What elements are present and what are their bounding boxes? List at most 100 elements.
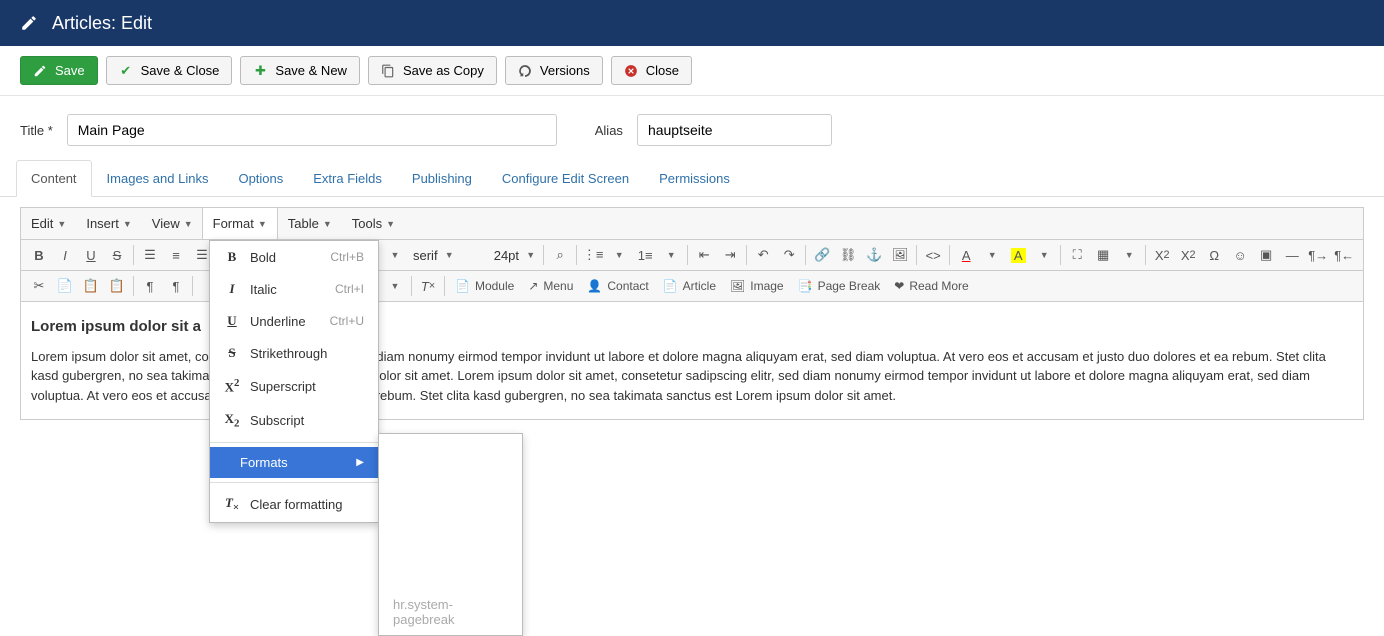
emoji-button[interactable]: ☺ xyxy=(1227,243,1253,267)
find-button[interactable]: ⌕ xyxy=(547,243,573,267)
tab-images-links[interactable]: Images and Links xyxy=(92,160,224,196)
source-button[interactable]: <> xyxy=(920,243,946,267)
format-underline[interactable]: U UnderlineCtrl+U xyxy=(210,305,378,337)
subscript-icon: X2 xyxy=(224,411,240,430)
image-button[interactable]: 🖼 xyxy=(887,243,913,267)
caret-time[interactable]: ▼ xyxy=(382,274,408,298)
table-button[interactable]: ▦ xyxy=(1090,243,1116,267)
strikethrough-button[interactable]: S xyxy=(104,243,130,267)
menu-table[interactable]: Table▼ xyxy=(278,208,342,239)
title-input[interactable] xyxy=(67,114,557,146)
caret-1[interactable]: ▼ xyxy=(382,243,408,267)
show-invisible-button[interactable]: ¶ xyxy=(163,274,189,298)
menu-format[interactable]: Format▼ xyxy=(202,208,278,239)
superscript-icon: X2 xyxy=(224,377,240,395)
tab-configure-edit[interactable]: Configure Edit Screen xyxy=(487,160,644,196)
close-button[interactable]: Close xyxy=(611,56,692,85)
menu-edit[interactable]: Edit▼ xyxy=(21,208,76,239)
save-button[interactable]: Save xyxy=(20,56,98,85)
format-italic[interactable]: I ItalicCtrl+I xyxy=(210,273,378,305)
menu-tools[interactable]: Tools▼ xyxy=(342,208,405,239)
format-strikethrough[interactable]: S Strikethrough xyxy=(210,337,378,369)
italic-button[interactable]: I xyxy=(52,243,78,267)
format-superscript[interactable]: X2 Superscript xyxy=(210,369,378,403)
show-blocks-button[interactable]: ¶ xyxy=(137,274,163,298)
rtl-button[interactable]: ¶← xyxy=(1331,243,1357,267)
copy-icon xyxy=(381,64,395,78)
bold-icon: B xyxy=(224,249,240,265)
caret-tc[interactable]: ▼ xyxy=(979,243,1005,267)
caret-bl[interactable]: ▼ xyxy=(606,243,632,267)
content-tabs: Content Images and Links Options Extra F… xyxy=(0,160,1384,197)
insert-image-button[interactable]: 🖼 Image xyxy=(723,276,791,296)
italic-icon: I xyxy=(224,281,240,297)
formats-pagebreak[interactable]: hr.system-pagebreak xyxy=(379,589,522,635)
anchor-button[interactable]: ⚓ xyxy=(861,243,887,267)
superscript-button[interactable]: X2 xyxy=(1175,243,1201,267)
formats-headings[interactable]: Headings▶ xyxy=(379,434,522,465)
caret-tb[interactable]: ▼ xyxy=(1116,243,1142,267)
format-subscript[interactable]: X2 Subscript xyxy=(210,403,378,438)
save-copy-button[interactable]: Save as Copy xyxy=(368,56,497,85)
alias-input[interactable] xyxy=(637,114,832,146)
special-char-button[interactable]: Ω xyxy=(1201,243,1227,267)
hr-button[interactable]: — xyxy=(1279,243,1305,267)
formats-submenu: Headings▶ Inline▶ Blocks▶ Alignment▶ div… xyxy=(378,433,523,636)
paste-button[interactable]: 📋 xyxy=(78,274,104,298)
text-color-button[interactable]: A xyxy=(953,243,979,267)
unlink-button[interactable]: ⛓ xyxy=(835,243,861,267)
insert-module-button[interactable]: 📄 Module xyxy=(448,276,521,296)
redo-button[interactable]: ↷ xyxy=(776,243,802,267)
bg-color-button[interactable]: A xyxy=(1005,243,1031,267)
bullet-list-button[interactable]: ⋮≡ xyxy=(580,243,606,267)
formats-alignment[interactable]: Alignment▶ xyxy=(379,527,522,558)
bold-button[interactable]: B xyxy=(26,243,52,267)
tab-options[interactable]: Options xyxy=(223,160,298,196)
number-list-button[interactable]: 1≡ xyxy=(632,243,658,267)
save-new-button[interactable]: ✚ Save & New xyxy=(240,56,360,85)
tab-extra-fields[interactable]: Extra Fields xyxy=(298,160,397,196)
align-center-button[interactable]: ≡ xyxy=(163,243,189,267)
format-formats[interactable]: Formats▶ Headings▶ Inline▶ Blocks▶ Align… xyxy=(210,447,378,478)
insert-readmore-button[interactable]: ❤ Read More xyxy=(887,276,975,296)
format-bold[interactable]: B BoldCtrl+B xyxy=(210,241,378,273)
format-dropdown: B BoldCtrl+B I ItalicCtrl+I U UnderlineC… xyxy=(209,240,379,523)
check-icon: ✔ xyxy=(119,64,133,78)
alias-label: Alias xyxy=(595,123,623,138)
insert-menu-button[interactable]: ↗ Menu xyxy=(521,276,580,296)
tab-publishing[interactable]: Publishing xyxy=(397,160,487,196)
cut-button[interactable]: ✂ xyxy=(26,274,52,298)
fullscreen-button[interactable]: ⛶ xyxy=(1064,243,1090,267)
page-header: Articles: Edit xyxy=(0,0,1384,46)
tab-content[interactable]: Content xyxy=(16,160,92,197)
save-close-button[interactable]: ✔ Save & Close xyxy=(106,56,233,85)
align-left-button[interactable]: ☰ xyxy=(137,243,163,267)
plus-icon: ✚ xyxy=(253,64,267,78)
insert-article-button[interactable]: 📄 Article xyxy=(656,276,723,296)
formats-blocks[interactable]: Blocks▶ xyxy=(379,496,522,527)
tab-permissions[interactable]: Permissions xyxy=(644,160,745,196)
format-clear[interactable]: T× Clear formatting xyxy=(210,487,378,522)
caret-bc[interactable]: ▼ xyxy=(1031,243,1057,267)
undo-button[interactable]: ↶ xyxy=(750,243,776,267)
paste-text-button[interactable]: 📋 xyxy=(104,274,130,298)
underline-button[interactable]: U xyxy=(78,243,104,267)
menu-view[interactable]: View▼ xyxy=(142,208,203,239)
link-button[interactable]: 🔗 xyxy=(809,243,835,267)
menu-insert[interactable]: Insert▼ xyxy=(76,208,141,239)
copy-button[interactable]: 📄 xyxy=(52,274,78,298)
subscript-button[interactable]: X2 xyxy=(1149,243,1175,267)
media-button[interactable]: ▣ xyxy=(1253,243,1279,267)
formats-inline[interactable]: Inline▶ xyxy=(379,465,522,496)
font-family-select[interactable]: serif ▼ xyxy=(408,246,459,265)
insert-contact-button[interactable]: 👤 Contact xyxy=(580,276,655,296)
insert-pagebreak-button[interactable]: 📑 Page Break xyxy=(791,276,888,296)
outdent-button[interactable]: ⇤ xyxy=(691,243,717,267)
font-size-select[interactable]: 24pt ▼ xyxy=(489,246,540,265)
clear-format-button[interactable]: T× xyxy=(415,274,441,298)
caret-nl[interactable]: ▼ xyxy=(658,243,684,267)
formats-caption[interactable]: div.caption xyxy=(379,558,522,589)
indent-button[interactable]: ⇥ xyxy=(717,243,743,267)
ltr-button[interactable]: ¶→ xyxy=(1305,243,1331,267)
versions-button[interactable]: Versions xyxy=(505,56,603,85)
